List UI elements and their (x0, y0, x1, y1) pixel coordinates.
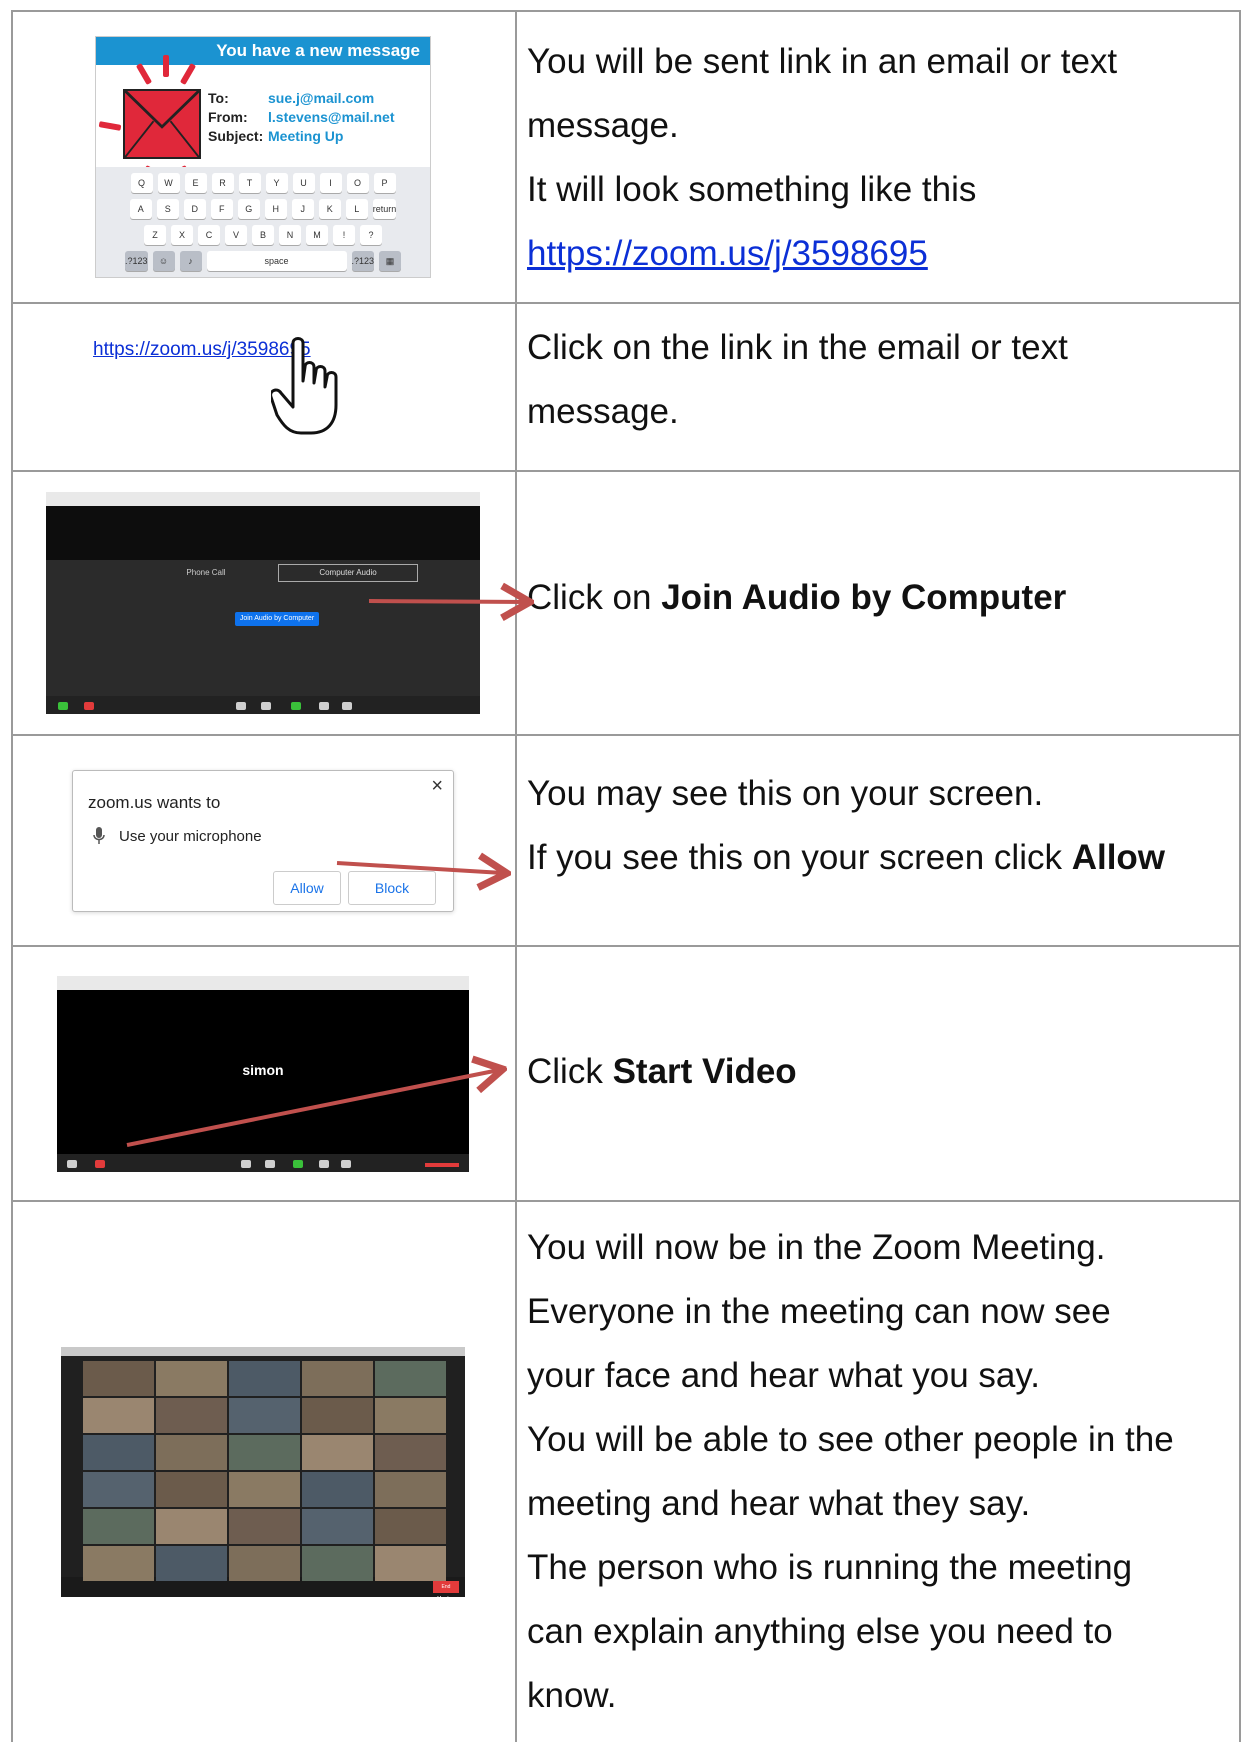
step-6-line: your face and hear what you say. (527, 1356, 1040, 1395)
participant-video-tile (302, 1435, 373, 1470)
participant-video-tile (83, 1361, 154, 1396)
participant-video-tile (229, 1361, 300, 1396)
end-meeting-button[interactable]: End Meeting (433, 1581, 459, 1602)
participant-video-tile (156, 1546, 227, 1581)
participant-video-tile (375, 1435, 446, 1470)
meeting-illustration-cell: End Meeting (11, 1202, 515, 1742)
participant-video-tile (156, 1398, 227, 1433)
participant-video-tile (302, 1398, 373, 1433)
participant-video-tile (375, 1546, 446, 1581)
participant-video-tile (302, 1509, 373, 1544)
participant-video-tile (156, 1472, 227, 1507)
participant-video-tile (302, 1472, 373, 1507)
participant-video-tile (83, 1546, 154, 1581)
participant-video-tile (302, 1361, 373, 1396)
arrow-overlay (126, 10, 1241, 1147)
participant-video-tile (83, 1472, 154, 1507)
step-6-line: Everyone in the meeting can now see (527, 1292, 1111, 1331)
participant-video-tile (375, 1398, 446, 1433)
participant-video-tile (229, 1398, 300, 1433)
participant-video-tile (156, 1509, 227, 1544)
step-6-line: can explain anything else you need to (527, 1612, 1113, 1651)
arrow-to-allow (336, 863, 503, 873)
window-title-bar (61, 1347, 465, 1356)
participant-video-tile (375, 1361, 446, 1396)
step-6-line: meeting and hear what they say. (527, 1484, 1031, 1523)
participant-video-tile (83, 1435, 154, 1470)
step-6-line: You will now be in the Zoom Meeting. (527, 1228, 1106, 1267)
participant-video-tile (375, 1509, 446, 1544)
participant-video-tile (156, 1435, 227, 1470)
participant-video-tile (156, 1361, 227, 1396)
zoom-gallery-screenshot: End Meeting (61, 1347, 465, 1602)
step-6-line: You will be able to see other people in … (527, 1420, 1174, 1459)
participant-video-tile (83, 1398, 154, 1433)
step-6-text: You will now be in the Zoom Meeting. Eve… (527, 1216, 1241, 1728)
participant-video-tile (229, 1472, 300, 1507)
step-6-line: The person who is running the meeting (527, 1548, 1133, 1587)
participant-video-tile (229, 1435, 300, 1470)
participant-video-tile (375, 1472, 446, 1507)
step-6-line: know. (527, 1676, 617, 1715)
participant-video-tile (302, 1546, 373, 1581)
participant-video-tile (83, 1509, 154, 1544)
arrow-to-start-video (126, 1070, 499, 1147)
participant-video-tile (229, 1509, 300, 1544)
arrow-to-join-audio (368, 601, 526, 602)
participant-video-tile (229, 1546, 300, 1581)
